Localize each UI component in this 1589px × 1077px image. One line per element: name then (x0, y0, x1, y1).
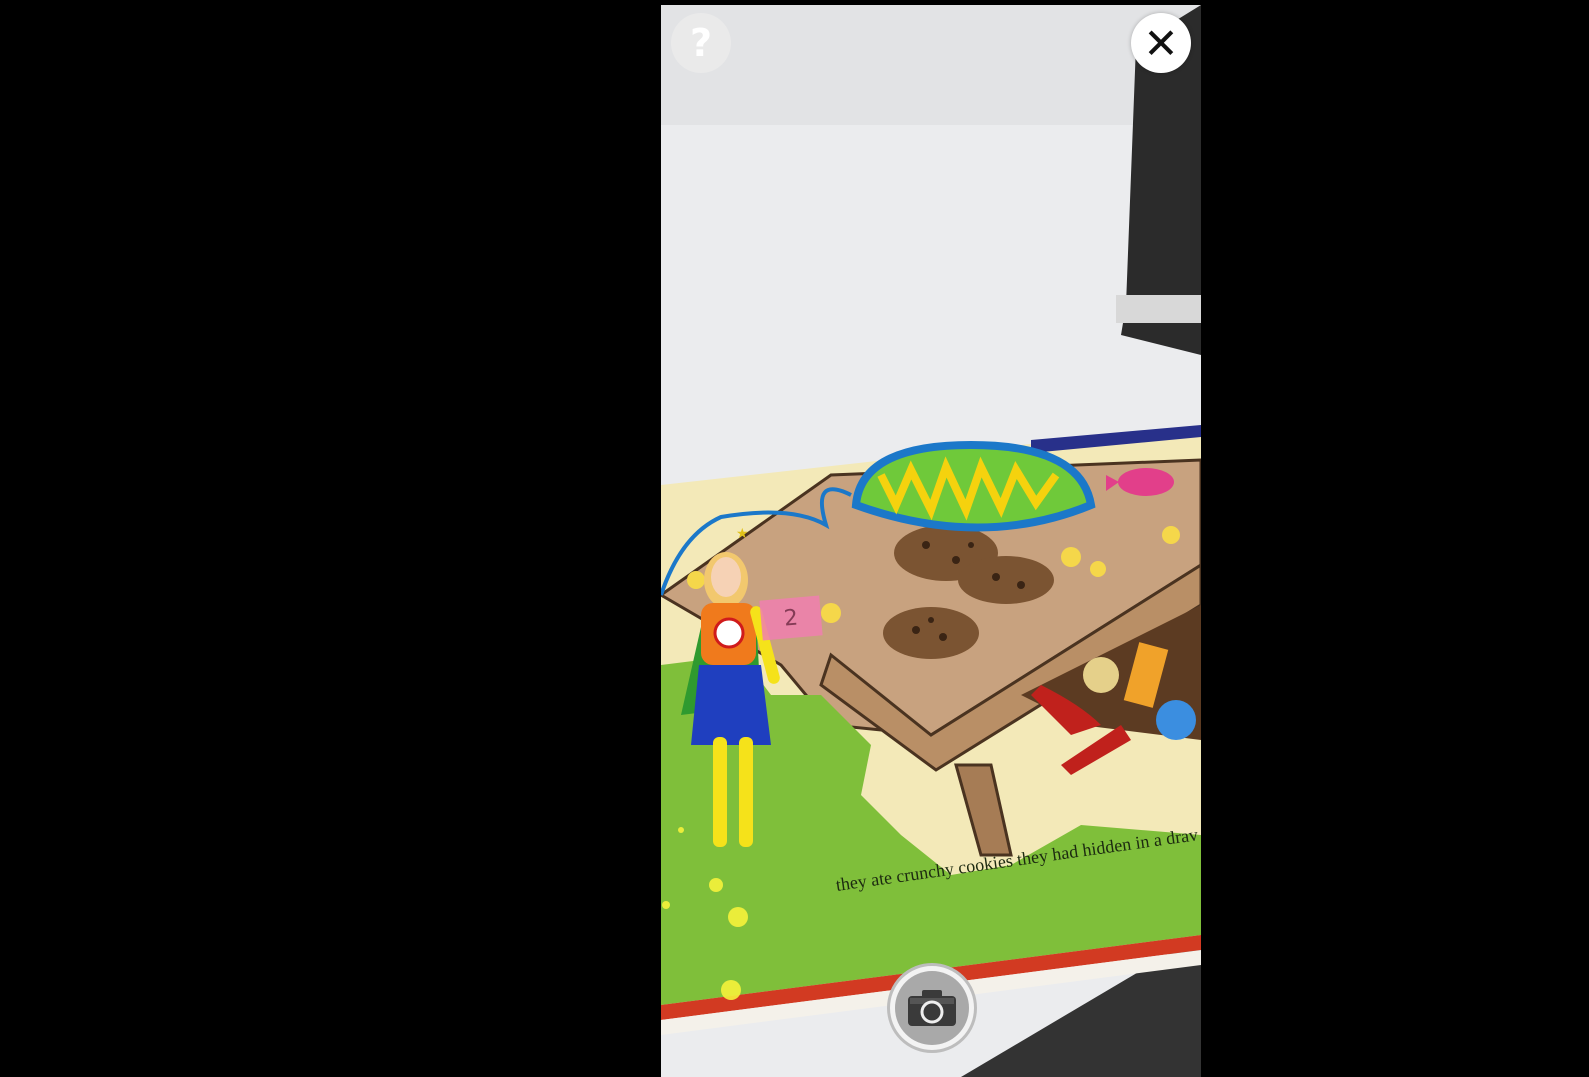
capture-photo-button[interactable] (887, 963, 977, 1053)
question-icon: ? (689, 21, 713, 65)
close-icon: ✕ (1143, 18, 1179, 68)
ar-camera-view: ★ 2 they ate crunchy cookies they had hi… (661, 5, 1201, 1077)
svg-text:★: ★ (736, 526, 749, 542)
page-number-note: 2 (759, 595, 823, 641)
ar-scene: ★ (661, 5, 1201, 1077)
close-button[interactable]: ✕ (1131, 13, 1191, 73)
camera-icon (908, 990, 956, 1026)
note-number: 2 (782, 604, 800, 632)
help-button[interactable]: ? (671, 13, 731, 73)
